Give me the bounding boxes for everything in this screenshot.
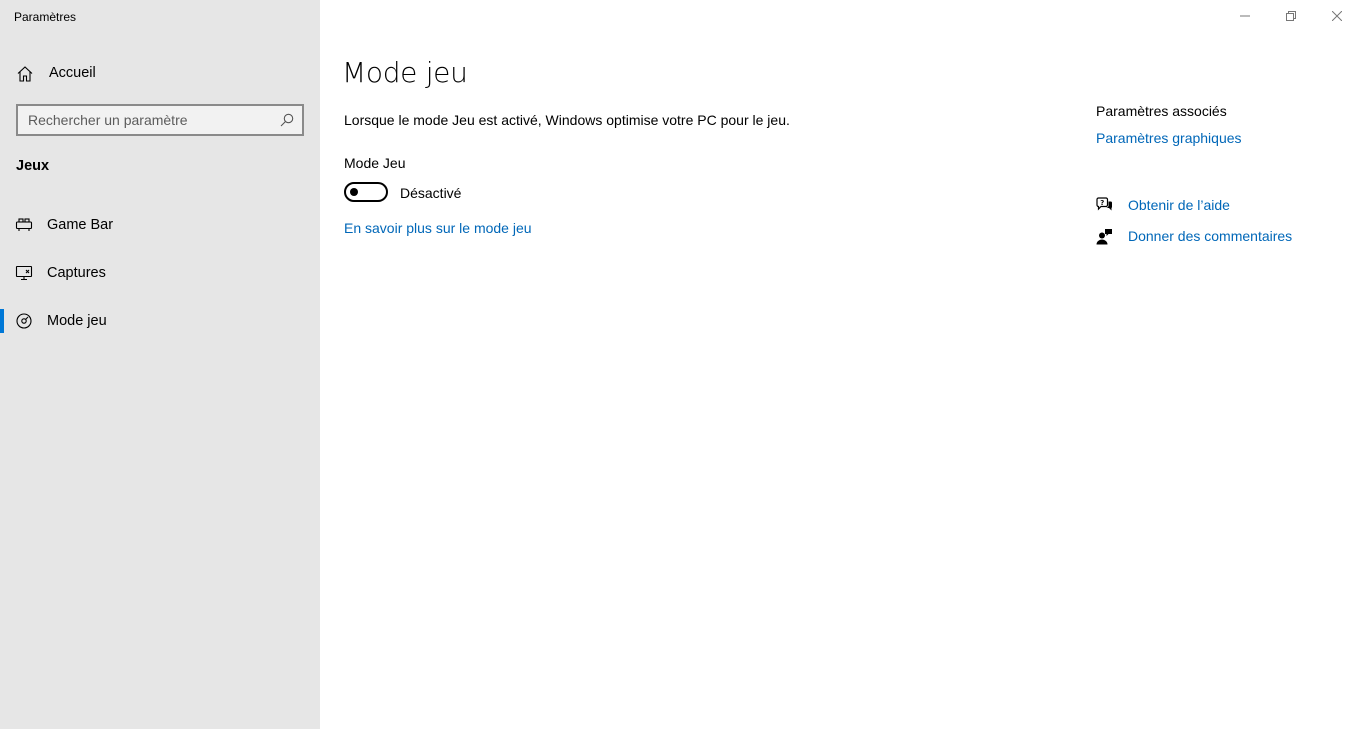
game-mode-icon bbox=[15, 312, 33, 330]
toggle-knob bbox=[350, 188, 358, 196]
section-title: Jeux bbox=[16, 158, 50, 174]
sidebar-item-game-bar[interactable]: Game Bar bbox=[0, 205, 320, 245]
get-help-link[interactable]: ? Obtenir de l’aide bbox=[1096, 195, 1326, 217]
sidebar: Paramètres Accueil Rechercher un paramèt… bbox=[0, 0, 320, 729]
search-input[interactable]: Rechercher un paramètre bbox=[16, 104, 304, 136]
home-nav-item[interactable]: Accueil bbox=[0, 58, 320, 90]
minimize-button[interactable] bbox=[1222, 0, 1268, 32]
give-feedback-label: Donner des commentaires bbox=[1128, 228, 1293, 244]
sidebar-item-game-mode[interactable]: Mode jeu bbox=[0, 301, 320, 341]
restore-button[interactable] bbox=[1268, 0, 1314, 32]
captures-icon bbox=[15, 264, 33, 282]
related-settings-title: Paramètres associés bbox=[1096, 103, 1227, 119]
home-icon bbox=[16, 65, 34, 83]
game-mode-toggle-label: Mode Jeu bbox=[344, 155, 406, 171]
toggle-state-text: Désactivé bbox=[400, 185, 462, 201]
game-bar-icon bbox=[15, 216, 33, 234]
learn-more-link[interactable]: En savoir plus sur le mode jeu bbox=[344, 220, 532, 236]
page-description: Lorsque le mode Jeu est activé, Windows … bbox=[344, 112, 790, 128]
close-icon bbox=[1332, 11, 1342, 21]
give-feedback-link[interactable]: Donner des commentaires bbox=[1096, 226, 1326, 248]
sidebar-item-label: Mode jeu bbox=[47, 313, 107, 329]
game-mode-toggle[interactable] bbox=[344, 182, 388, 202]
page-title: Mode jeu bbox=[342, 56, 468, 89]
feedback-icon bbox=[1096, 228, 1113, 245]
restore-icon bbox=[1286, 11, 1296, 21]
sidebar-item-captures[interactable]: Captures bbox=[0, 253, 320, 293]
active-indicator bbox=[0, 309, 4, 333]
home-label: Accueil bbox=[49, 65, 96, 81]
app-title: Paramètres bbox=[14, 10, 77, 24]
svg-text:?: ? bbox=[1100, 199, 1104, 207]
graphics-settings-link[interactable]: Paramètres graphiques bbox=[1096, 130, 1242, 146]
search-placeholder: Rechercher un paramètre bbox=[28, 112, 188, 128]
get-help-label: Obtenir de l’aide bbox=[1128, 197, 1230, 213]
close-button[interactable] bbox=[1314, 0, 1360, 32]
sidebar-item-label: Game Bar bbox=[47, 217, 114, 233]
search-icon[interactable] bbox=[280, 113, 294, 127]
sidebar-item-label: Captures bbox=[47, 265, 106, 281]
minimize-icon bbox=[1240, 15, 1250, 17]
help-chat-icon: ? bbox=[1096, 197, 1113, 214]
